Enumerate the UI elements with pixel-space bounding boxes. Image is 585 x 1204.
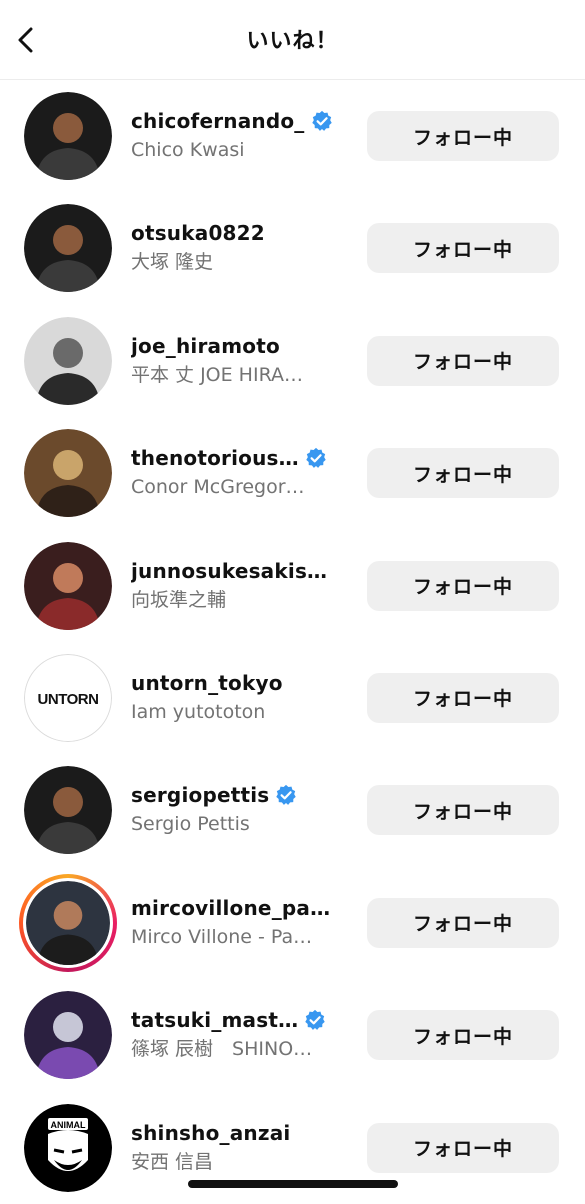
following-button[interactable]: フォロー中 xyxy=(367,335,559,386)
username[interactable]: chicofernando_ xyxy=(131,109,305,133)
following-button[interactable]: フォロー中 xyxy=(367,560,559,611)
verified-badge-icon xyxy=(305,1010,326,1031)
top-bar: いいね！ xyxy=(0,0,585,80)
user-row[interactable]: mircovillone_pa… Mirco Villone - Pa… フォロ… xyxy=(0,867,585,979)
svg-text:UNTORN: UNTORN xyxy=(38,691,99,708)
avatar[interactable] xyxy=(24,766,112,855)
following-button[interactable]: フォロー中 xyxy=(367,1010,559,1061)
following-button[interactable]: フォロー中 xyxy=(367,672,559,723)
avatar[interactable] xyxy=(24,92,112,180)
user-info[interactable]: otsuka0822 大塚 隆史 xyxy=(131,219,356,274)
avatar[interactable] xyxy=(24,541,112,630)
user-info[interactable]: joe_hiramoto 平本 丈 JOE HIRA… xyxy=(131,332,356,387)
user-row[interactable]: otsuka0822 大塚 隆史 フォロー中 xyxy=(0,192,585,304)
user-row[interactable]: thenotorious… Conor McGregor… フォロー中 xyxy=(0,417,585,529)
user-info[interactable]: tatsuki_mast… 篠塚 辰樹 SHINO… xyxy=(131,1006,356,1061)
full-name: Mirco Villone - Pa… xyxy=(131,925,313,948)
user-info[interactable]: mircovillone_pa… Mirco Villone - Pa… xyxy=(131,894,356,949)
username[interactable]: junnosukesakisaka xyxy=(131,559,331,583)
username[interactable]: otsuka0822 xyxy=(131,221,265,245)
username[interactable]: untorn_tokyo xyxy=(131,671,283,695)
user-row[interactable]: junnosukesakisaka 向坂準之輔 フォロー中 xyxy=(0,530,585,642)
username[interactable]: mircovillone_pa… xyxy=(131,896,330,920)
user-info[interactable]: junnosukesakisaka 向坂準之輔 xyxy=(131,557,356,612)
username[interactable]: tatsuki_mast… xyxy=(131,1008,298,1032)
verified-badge-icon xyxy=(306,448,326,469)
full-name: Chico Kwasi xyxy=(131,139,245,161)
likes-list: chicofernando_ Chico Kwasi フォロー中 otsuka0… xyxy=(0,80,585,1204)
home-indicator xyxy=(188,1180,398,1188)
full-name: 篠塚 辰樹 SHINO… xyxy=(131,1038,313,1061)
user-row[interactable]: UNTORN untorn_tokyo Iam yutototon フォロー中 xyxy=(0,642,585,754)
avatar[interactable] xyxy=(24,204,112,293)
avatar[interactable] xyxy=(24,429,112,518)
avatar[interactable] xyxy=(24,316,112,405)
user-info[interactable]: shinsho_anzai 安西 信昌 xyxy=(131,1119,356,1174)
following-button[interactable]: フォロー中 xyxy=(367,448,559,499)
following-button[interactable]: フォロー中 xyxy=(367,1122,559,1173)
verified-badge-icon xyxy=(311,110,332,131)
avatar[interactable]: ANIMAL xyxy=(24,1103,112,1192)
following-button[interactable]: フォロー中 xyxy=(367,223,559,274)
following-button[interactable]: フォロー中 xyxy=(367,897,559,948)
user-row[interactable]: sergiopettis Sergio Pettis フォロー中 xyxy=(0,754,585,866)
following-button[interactable]: フォロー中 xyxy=(367,111,559,161)
full-name: Conor McGregor… xyxy=(131,476,305,499)
full-name: 平本 丈 JOE HIRA… xyxy=(131,363,304,386)
avatar[interactable]: UNTORN xyxy=(24,653,112,742)
user-row[interactable]: chicofernando_ Chico Kwasi フォロー中 xyxy=(0,80,585,192)
username[interactable]: sergiopettis xyxy=(131,783,269,807)
username[interactable]: thenotorious… xyxy=(131,446,299,470)
full-name: 安西 信昌 xyxy=(131,1150,214,1173)
avatar[interactable] xyxy=(24,991,112,1080)
user-info[interactable]: sergiopettis Sergio Pettis xyxy=(131,781,356,836)
username[interactable]: shinsho_anzai xyxy=(131,1121,290,1145)
username[interactable]: joe_hiramoto xyxy=(131,334,280,358)
full-name: 向坂準之輔 xyxy=(131,588,227,611)
full-name: Sergio Pettis xyxy=(131,813,250,836)
full-name: Iam yutototon xyxy=(131,700,266,723)
page-title: いいね！ xyxy=(246,29,339,54)
user-row[interactable]: tatsuki_mast… 篠塚 辰樹 SHINO… フォロー中 xyxy=(0,979,585,1091)
avatar[interactable] xyxy=(19,873,117,972)
full-name: 大塚 隆史 xyxy=(131,251,214,274)
story-ring[interactable] xyxy=(19,873,117,972)
svg-text:ANIMAL: ANIMAL xyxy=(51,1120,86,1130)
user-info[interactable]: untorn_tokyo Iam yutototon xyxy=(131,669,356,724)
user-info[interactable]: chicofernando_ Chico Kwasi xyxy=(131,107,356,162)
user-info[interactable]: thenotorious… Conor McGregor… xyxy=(131,444,356,499)
following-button[interactable]: フォロー中 xyxy=(367,785,559,836)
verified-badge-icon xyxy=(276,785,297,806)
user-row[interactable]: joe_hiramoto 平本 丈 JOE HIRA… フォロー中 xyxy=(0,305,585,417)
